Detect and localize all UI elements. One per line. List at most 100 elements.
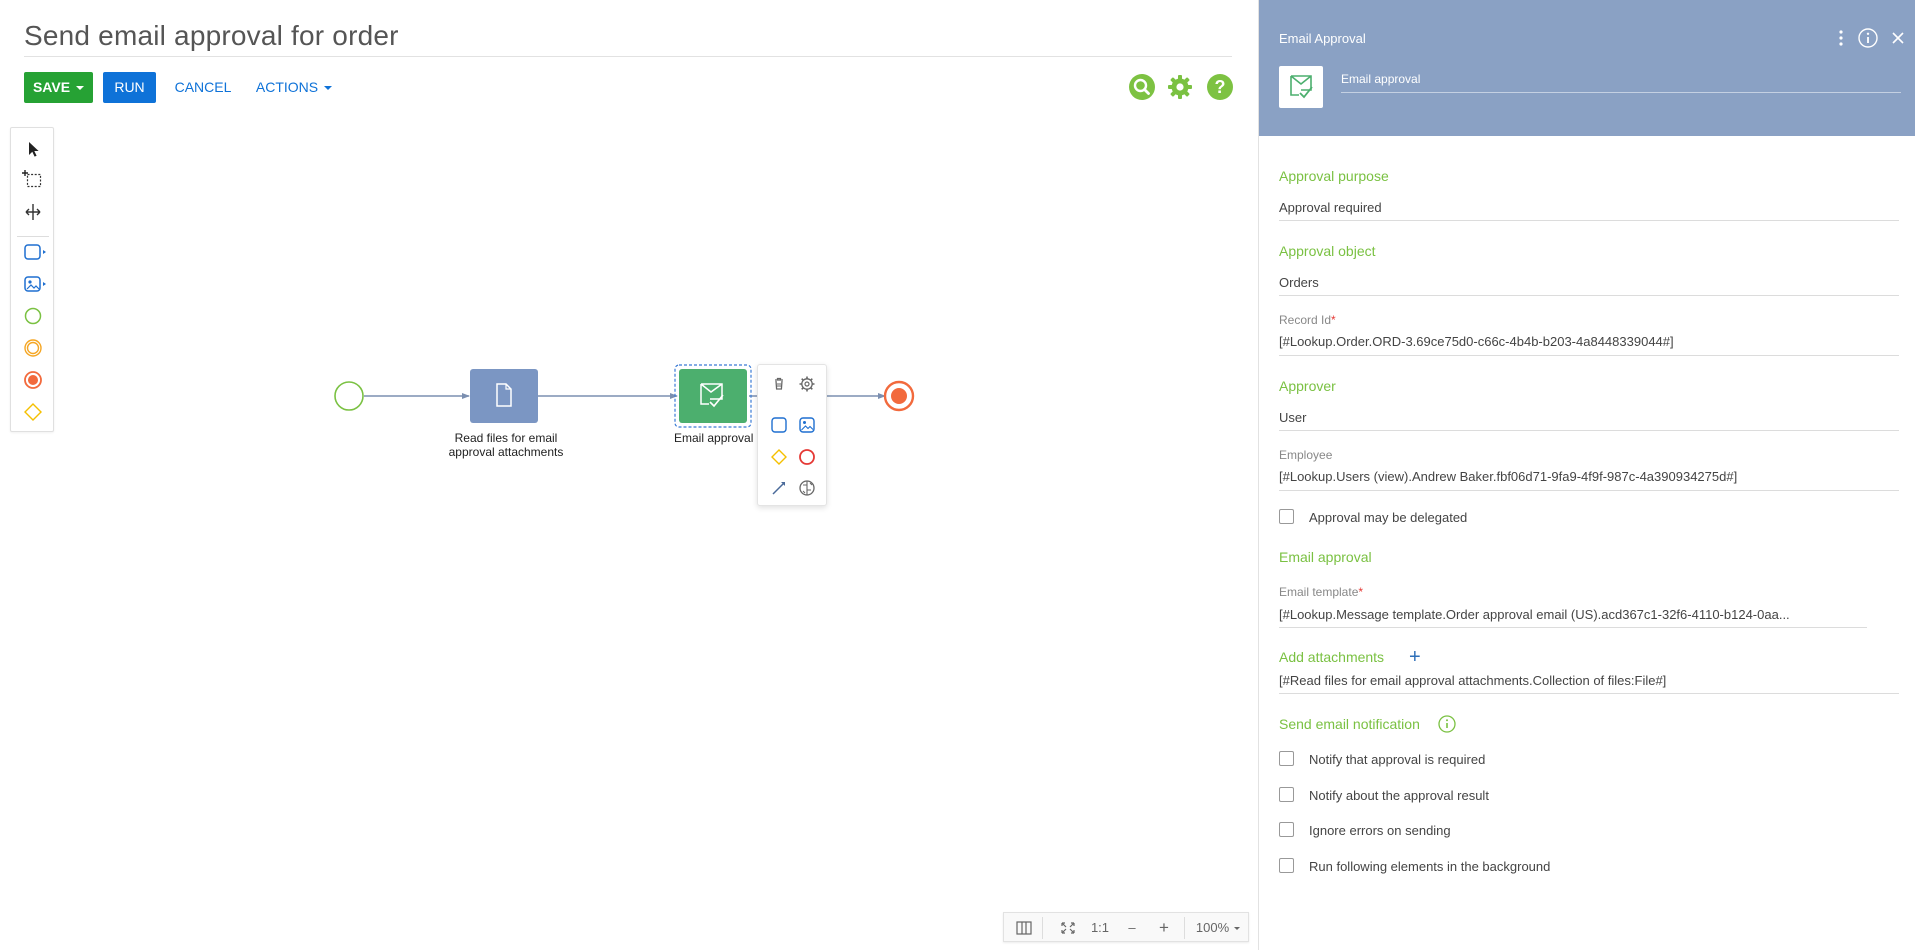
- zoom-level-dropdown[interactable]: 100%: [1190, 913, 1246, 943]
- space-tool-icon[interactable]: [22, 201, 44, 223]
- delegate-checkbox[interactable]: [1279, 509, 1294, 524]
- record-id-label-text: Record Id: [1279, 313, 1332, 327]
- approval-purpose-heading: Approval purpose: [1279, 168, 1389, 184]
- save-button-label: SAVE: [32, 79, 71, 95]
- chevron-down-icon: [324, 86, 333, 91]
- zoom-level-value: 100%: [1195, 920, 1230, 935]
- chevron-down-icon: [76, 86, 85, 91]
- designer-area: Send email approval for order SAVE RUN C…: [0, 0, 1258, 950]
- zoom-divider: [1042, 917, 1043, 939]
- element-type-icon: [1279, 66, 1323, 108]
- zoom-out-button[interactable]: –: [1120, 913, 1144, 943]
- gateway-icon[interactable]: [22, 401, 44, 423]
- zoom-divider: [1184, 917, 1185, 939]
- close-icon[interactable]: [1889, 27, 1907, 54]
- email-template-value[interactable]: [#Lookup.Message template.Order approval…: [1279, 607, 1790, 622]
- notify-result-label: Notify about the approval result: [1309, 788, 1489, 803]
- field-underline: [1279, 220, 1899, 221]
- info-icon[interactable]: [1857, 27, 1879, 54]
- title-divider: [24, 56, 1232, 57]
- task-icon[interactable]: [22, 241, 46, 263]
- element-toolbox: [10, 127, 54, 432]
- document-icon: [496, 383, 512, 407]
- delegate-checkbox-label: Approval may be delegated: [1309, 510, 1468, 525]
- help-icon[interactable]: ?: [1207, 74, 1233, 100]
- settings-icon[interactable]: [796, 373, 818, 395]
- zoom-toolbar: 1:1 – + 100%: [1003, 912, 1249, 942]
- change-type-icon[interactable]: [796, 477, 818, 499]
- field-underline: [1279, 295, 1899, 296]
- connector-icon[interactable]: [768, 477, 790, 499]
- field-underline: [1279, 430, 1899, 431]
- info-icon[interactable]: [1437, 714, 1457, 739]
- process-designer-app: Send email approval for order SAVE RUN C…: [0, 0, 1915, 950]
- page-title: Send email approval for order: [24, 20, 399, 51]
- approval-object-value[interactable]: Orders: [1279, 275, 1319, 290]
- lasso-select-icon[interactable]: [22, 169, 44, 191]
- read-files-task: [470, 369, 538, 423]
- field-underline: [1279, 693, 1899, 694]
- task-icon[interactable]: [768, 414, 790, 436]
- reset-zoom-button[interactable]: 1:1: [1088, 913, 1112, 943]
- approver-heading: Approver: [1279, 378, 1336, 394]
- end-event-icon[interactable]: [796, 446, 818, 468]
- email-approval-heading: Email approval: [1279, 549, 1372, 565]
- email-approval-selection: [674, 364, 752, 428]
- save-button[interactable]: SAVE: [24, 72, 93, 103]
- field-underline: [1279, 627, 1867, 628]
- required-marker: *: [1331, 313, 1336, 327]
- pointer-icon[interactable]: [22, 138, 44, 160]
- toolbox-divider: [17, 236, 49, 237]
- employee-value[interactable]: [#Lookup.Users (view).Andrew Baker.fbf06…: [1279, 469, 1737, 484]
- intermediate-event-icon[interactable]: [22, 337, 44, 359]
- search-glyph: [1133, 78, 1150, 95]
- run-button[interactable]: RUN: [103, 72, 156, 103]
- read-files-label-line1: Read files for email: [454, 431, 558, 445]
- element-name-field[interactable]: [1341, 66, 1901, 93]
- process-canvas: [334, 364, 915, 428]
- attachments-value[interactable]: [#Read files for email approval attachme…: [1279, 673, 1666, 688]
- gear-icon[interactable]: [1167, 74, 1193, 100]
- ignore-errors-checkbox[interactable]: [1279, 822, 1294, 837]
- record-id-value[interactable]: [#Lookup.Order.ORD-3.69ce75d0-c66c-4b4b-…: [1279, 334, 1674, 349]
- approval-purpose-value[interactable]: Approval required: [1279, 200, 1382, 215]
- email-template-label-text: Email template: [1279, 585, 1359, 599]
- email-approval-task: [679, 369, 747, 423]
- chevron-down-icon: [1234, 927, 1241, 931]
- notify-required-checkbox[interactable]: [1279, 751, 1294, 766]
- delete-icon[interactable]: [768, 373, 790, 395]
- notify-result-checkbox[interactable]: [1279, 787, 1294, 802]
- start-event: [334, 381, 364, 411]
- panel-header: Email Approval Email approval: [1259, 0, 1915, 136]
- email-approval-icon: [700, 383, 723, 405]
- more-options-icon[interactable]: [1835, 27, 1847, 54]
- panel-title: Email Approval: [1279, 31, 1366, 46]
- notify-required-label: Notify that approval is required: [1309, 752, 1486, 767]
- element-context-menu: [757, 364, 827, 506]
- record-id-label: Record Id*: [1279, 313, 1336, 327]
- gear-glyph: [1168, 75, 1192, 99]
- read-files-task-label: Read files for email approval attachment…: [438, 431, 574, 459]
- zoom-in-button[interactable]: +: [1152, 913, 1176, 943]
- employee-label: Employee: [1279, 448, 1333, 462]
- field-underline: [1279, 490, 1899, 491]
- approver-value[interactable]: User: [1279, 410, 1306, 425]
- cancel-button[interactable]: CANCEL: [170, 72, 236, 103]
- actions-button-label: ACTIONS: [255, 79, 319, 95]
- run-background-checkbox[interactable]: [1279, 858, 1294, 873]
- element-name-value: Email approval: [1341, 72, 1421, 86]
- search-icon[interactable]: [1129, 74, 1155, 100]
- start-event-icon[interactable]: [22, 305, 44, 327]
- actions-button[interactable]: ACTIONS: [254, 72, 334, 103]
- subprocess-icon[interactable]: [22, 273, 46, 295]
- fit-to-screen-icon[interactable]: [1056, 913, 1080, 943]
- subprocess-icon[interactable]: [796, 414, 818, 436]
- run-background-label: Run following elements in the background: [1309, 859, 1551, 874]
- add-attachment-button[interactable]: +: [1409, 647, 1421, 667]
- end-event: [883, 380, 915, 412]
- gateway-icon[interactable]: [768, 446, 790, 468]
- element-properties-panel: Email Approval Email approval Approval p…: [1258, 0, 1915, 950]
- end-event-icon[interactable]: [22, 369, 44, 391]
- panel-toggle-icon[interactable]: [1012, 913, 1036, 943]
- add-attachments-heading: Add attachments: [1279, 649, 1385, 665]
